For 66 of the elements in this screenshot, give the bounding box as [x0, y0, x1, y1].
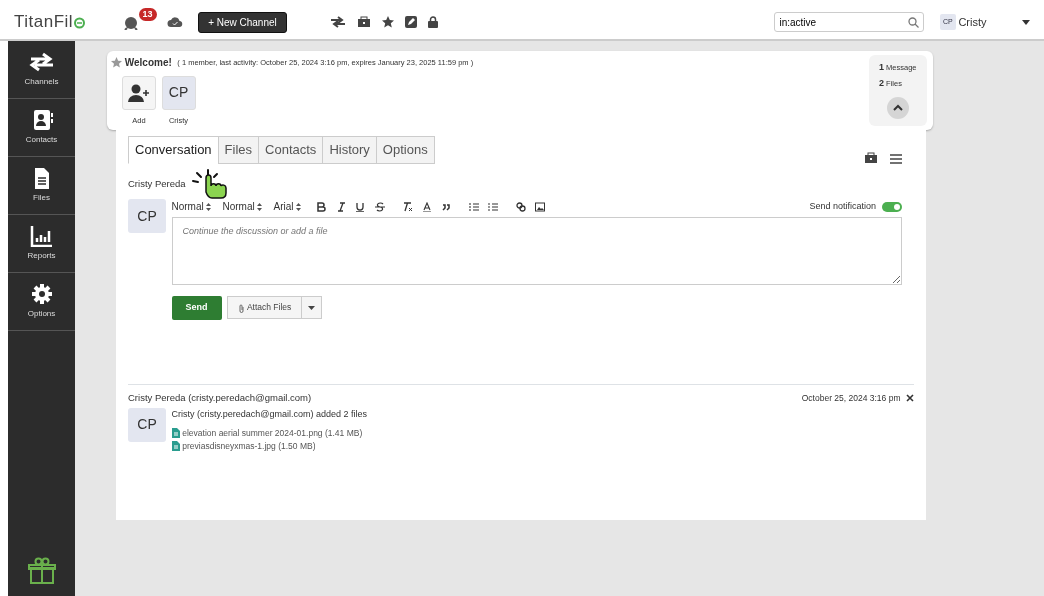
message-text: Cristy (cristy.peredach@gmail.com) added 2 files: [171, 407, 368, 421]
caret-icon: [1022, 19, 1030, 25]
font-select[interactable]: Arial: [273, 199, 302, 215]
add-person-icon: [128, 83, 150, 102]
tab[interactable]: Files: [217, 136, 260, 164]
send-button[interactable]: Send: [171, 296, 222, 320]
author-name: Cristy Pereda: [128, 177, 186, 192]
author-avatar: CP: [128, 407, 166, 442]
image-icon[interactable]: [535, 201, 546, 212]
up-down-arrows-icon: [257, 202, 263, 211]
briefcase-icon[interactable]: [864, 151, 878, 164]
logo[interactable]: TitanFil: [14, 9, 87, 35]
attach-dropdown-button[interactable]: [301, 296, 323, 320]
message-input[interactable]: Continue the discussion or add a file: [171, 217, 902, 285]
close-icon[interactable]: [906, 393, 914, 402]
size-select[interactable]: Normal: [222, 199, 263, 215]
tab[interactable]: Conversation: [128, 136, 219, 164]
tab[interactable]: History: [322, 136, 377, 164]
clear-format-icon[interactable]: [402, 201, 413, 212]
bullet-list-icon[interactable]: [488, 201, 499, 212]
message-time: October 25, 2024 3:16 pm: [801, 391, 901, 405]
cloud-icon[interactable]: [166, 16, 183, 28]
gift-icon[interactable]: [27, 557, 56, 585]
chart-icon: [28, 225, 55, 247]
tab[interactable]: Contacts: [258, 136, 324, 164]
user-name: Cristy: [958, 14, 987, 30]
strikethrough-icon[interactable]: [374, 201, 385, 212]
up-down-arrows-icon: [206, 202, 212, 211]
member-avatar[interactable]: CP: [161, 75, 196, 110]
tab[interactable]: Options: [375, 136, 435, 164]
file-icon: [171, 428, 180, 439]
file-link[interactable]: elevation aerial summer 2024-01.png (1.41 MB): [182, 426, 363, 440]
file-link[interactable]: previasdisneyxmas-1.jpg (1.50 MB): [182, 439, 316, 453]
italic-icon[interactable]: [335, 201, 346, 212]
star-icon[interactable]: [381, 16, 394, 28]
paperclip-icon: [238, 303, 245, 313]
notification-count: 13: [138, 8, 157, 21]
up-down-arrows-icon: [296, 202, 302, 211]
notification-toggle[interactable]: [881, 201, 902, 212]
lock-icon[interactable]: [427, 16, 438, 28]
caret-icon: [308, 306, 316, 311]
bold-icon[interactable]: [316, 201, 327, 212]
underline-icon[interactable]: [355, 201, 366, 212]
collapse-button[interactable]: [887, 96, 909, 119]
chevron-up-icon: [893, 104, 903, 112]
numbered-list-icon[interactable]: [468, 201, 479, 212]
text-color-icon[interactable]: [421, 201, 432, 212]
file-icon: [171, 440, 180, 451]
message-author: Cristy Pereda (cristy.peredach@gmail.com): [128, 390, 312, 405]
heading-select[interactable]: Normal: [171, 199, 212, 215]
quote-icon[interactable]: [441, 201, 452, 212]
attach-files-button[interactable]: Attach Files: [227, 296, 303, 320]
author-avatar: CP: [128, 199, 166, 234]
edit-icon[interactable]: [404, 16, 417, 28]
search-field[interactable]: in:active: [774, 12, 925, 32]
briefcase-icon[interactable]: [356, 16, 371, 28]
channel-title: Welcome!: [124, 56, 172, 70]
transfer-icon[interactable]: [329, 16, 346, 28]
transfer-icon: [28, 51, 55, 73]
new-channel-button[interactable]: + New Channel: [198, 11, 287, 33]
add-member-button[interactable]: [122, 75, 156, 110]
menu-icon[interactable]: [890, 153, 902, 164]
star-icon[interactable]: [111, 57, 122, 68]
search-icon[interactable]: [908, 17, 920, 28]
link-icon[interactable]: [515, 201, 526, 212]
notification-label: Send notification: [809, 200, 876, 213]
